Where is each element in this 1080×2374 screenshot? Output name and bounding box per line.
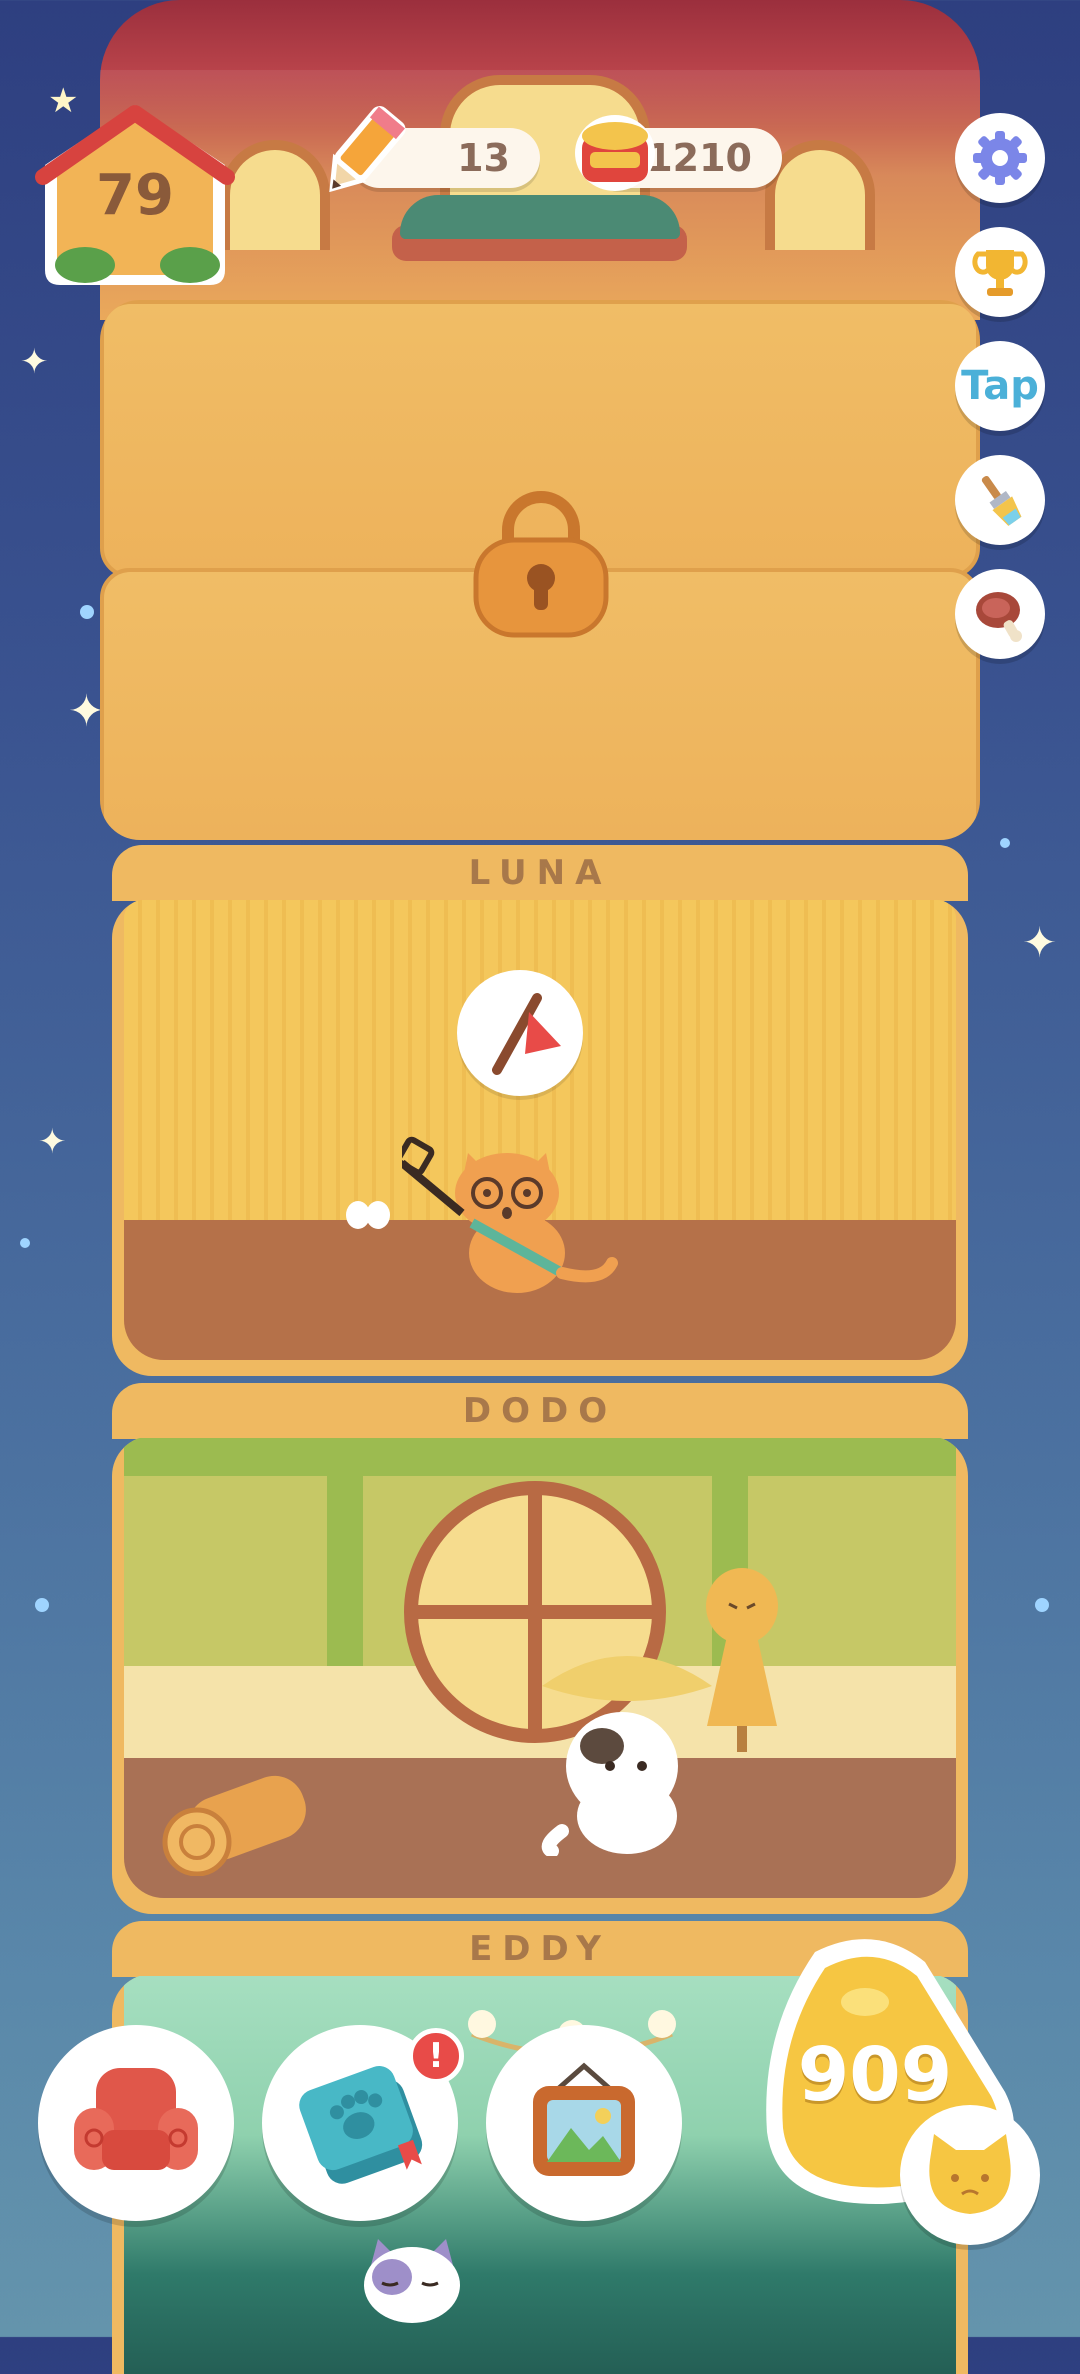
meat-icon <box>976 592 1022 642</box>
sparkle: ✦ <box>38 1122 67 1162</box>
paw-notebook-icon <box>299 2065 423 2184</box>
furniture-button[interactable] <box>38 2025 234 2221</box>
floor-dodo[interactable] <box>112 1436 968 1914</box>
cat-face-button[interactable] <box>900 2105 1040 2245</box>
speech-bubble[interactable] <box>457 970 583 1096</box>
cat-luna[interactable] <box>395 1113 642 1293</box>
food-button[interactable] <box>955 569 1045 659</box>
tap-text-icon: Tap <box>961 363 1039 409</box>
cat-toy-icon <box>492 993 561 1075</box>
sparkle: ✦ <box>1022 918 1058 967</box>
settings-button[interactable] <box>955 113 1045 203</box>
tap-button[interactable]: Tap <box>955 341 1045 431</box>
gear-icon <box>973 131 1027 185</box>
paintbrush-icon <box>981 475 1022 526</box>
trophy-icon <box>972 250 1028 296</box>
gallery-button[interactable] <box>486 2025 682 2221</box>
floor-name-dodo: DODO <box>112 1383 968 1439</box>
catbook-notification-badge: ! <box>408 2028 464 2084</box>
floor-locked[interactable] <box>100 300 980 840</box>
sparkle: ✦ <box>20 342 49 382</box>
cat-food-can-icon <box>570 108 660 198</box>
house-level-value: 79 <box>96 163 174 228</box>
star-dot <box>1000 838 1010 848</box>
dodo-top-beam <box>124 1438 956 1476</box>
house-level-badge[interactable]: 79 <box>25 95 245 295</box>
paint-button[interactable] <box>955 455 1045 545</box>
star-dot <box>80 605 94 619</box>
star-dot <box>35 1598 49 1612</box>
can-count: 1210 <box>646 136 752 180</box>
broom-figure <box>687 1556 797 1756</box>
planter-plants <box>400 195 680 239</box>
pencil-count: 13 <box>457 136 510 180</box>
log-icon <box>157 1766 317 1877</box>
bone-icon <box>344 1198 394 1232</box>
star-dot <box>1035 1598 1049 1612</box>
armchair-icon <box>74 2068 198 2170</box>
cat-face-icon <box>929 2134 1011 2214</box>
achievements-button[interactable] <box>955 227 1045 317</box>
cat-eddy[interactable] <box>352 2229 472 2329</box>
padlock-icon <box>466 490 616 640</box>
floor-luna[interactable] <box>112 898 968 1376</box>
sparkle: ★ <box>48 81 79 121</box>
star-dot <box>20 1238 30 1248</box>
picture-frame-icon <box>533 2062 635 2176</box>
floor-name-luna: LUNA <box>112 845 968 901</box>
fish-count-value: 909 <box>797 2032 953 2118</box>
pencil-icon <box>318 102 408 202</box>
